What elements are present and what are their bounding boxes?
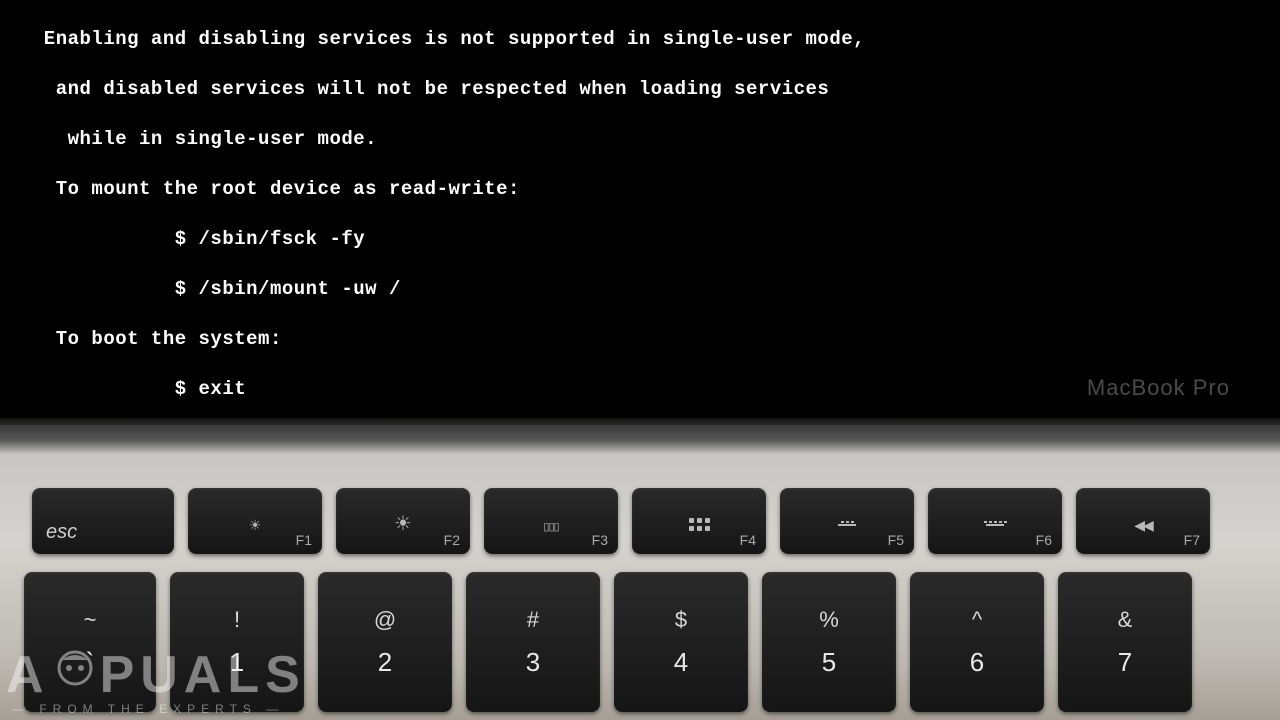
terminal-line: To boot the system: <box>20 327 1280 352</box>
brand-macbook: MacBook <box>1087 375 1186 400</box>
brightness-up-icon <box>394 514 412 534</box>
number-key-row: ~ ` ! 1 @ 2 # 3 $ 4 % 5 ^ 6 & 7 <box>24 572 1192 712</box>
f3-label: F3 <box>592 532 608 548</box>
terminal-line: and disabled services will not be respec… <box>20 77 1280 102</box>
key-symbol: & <box>1118 607 1133 633</box>
mission-control-icon <box>543 515 558 533</box>
terminal-screen: Enabling and disabling services is not s… <box>0 0 1280 420</box>
key-char: 6 <box>970 647 984 678</box>
f4-key[interactable]: F4 <box>632 488 766 554</box>
key-char: 2 <box>378 647 392 678</box>
f5-key[interactable]: F5 <box>780 488 914 554</box>
f1-key[interactable]: F1 <box>188 488 322 554</box>
esc-label: esc <box>46 521 77 544</box>
key-char: 3 <box>526 647 540 678</box>
f7-label: F7 <box>1184 532 1200 548</box>
esc-key[interactable]: esc <box>32 488 174 554</box>
key-char: 5 <box>822 647 836 678</box>
key-symbol: # <box>527 607 539 633</box>
keyboard-brightness-up-icon <box>984 521 1007 527</box>
brightness-down-icon <box>249 515 262 533</box>
f2-key[interactable]: F2 <box>336 488 470 554</box>
keyboard-brightness-down-icon <box>838 521 856 527</box>
key-char: 4 <box>674 647 688 678</box>
key-symbol: ~ <box>84 607 97 633</box>
key-char: 7 <box>1118 647 1132 678</box>
key-symbol: ^ <box>972 607 982 633</box>
key-char: ` <box>86 647 95 678</box>
key-symbol: % <box>819 607 839 633</box>
f5-label: F5 <box>888 532 904 548</box>
rewind-icon <box>1134 515 1152 533</box>
f7-key[interactable]: F7 <box>1076 488 1210 554</box>
laptop-model-label: MacBook Pro <box>1087 375 1230 401</box>
4-key[interactable]: $ 4 <box>614 572 748 712</box>
terminal-line: To mount the root device as read-write: <box>20 177 1280 202</box>
launchpad-icon <box>689 518 710 531</box>
7-key[interactable]: & 7 <box>1058 572 1192 712</box>
terminal-line: Enabling and disabling services is not s… <box>20 27 1280 52</box>
5-key[interactable]: % 5 <box>762 572 896 712</box>
terminal-line: $ /sbin/mount -uw / <box>20 277 1280 302</box>
f6-label: F6 <box>1036 532 1052 548</box>
terminal-line: $ /sbin/fsck -fy <box>20 227 1280 252</box>
tilde-key[interactable]: ~ ` <box>24 572 156 712</box>
3-key[interactable]: # 3 <box>466 572 600 712</box>
key-symbol: ! <box>234 607 240 633</box>
f2-label: F2 <box>444 532 460 548</box>
terminal-line: while in single-user mode. <box>20 127 1280 152</box>
key-char: 1 <box>230 647 244 678</box>
key-symbol: @ <box>374 607 396 633</box>
f4-label: F4 <box>740 532 756 548</box>
1-key[interactable]: ! 1 <box>170 572 304 712</box>
f6-key[interactable]: F6 <box>928 488 1062 554</box>
f1-label: F1 <box>296 532 312 548</box>
f3-key[interactable]: F3 <box>484 488 618 554</box>
6-key[interactable]: ^ 6 <box>910 572 1044 712</box>
key-symbol: $ <box>675 607 687 633</box>
function-key-row: esc F1 F2 F3 F4 F5 F6 F7 <box>32 488 1210 554</box>
brand-pro: Pro <box>1193 375 1230 400</box>
2-key[interactable]: @ 2 <box>318 572 452 712</box>
